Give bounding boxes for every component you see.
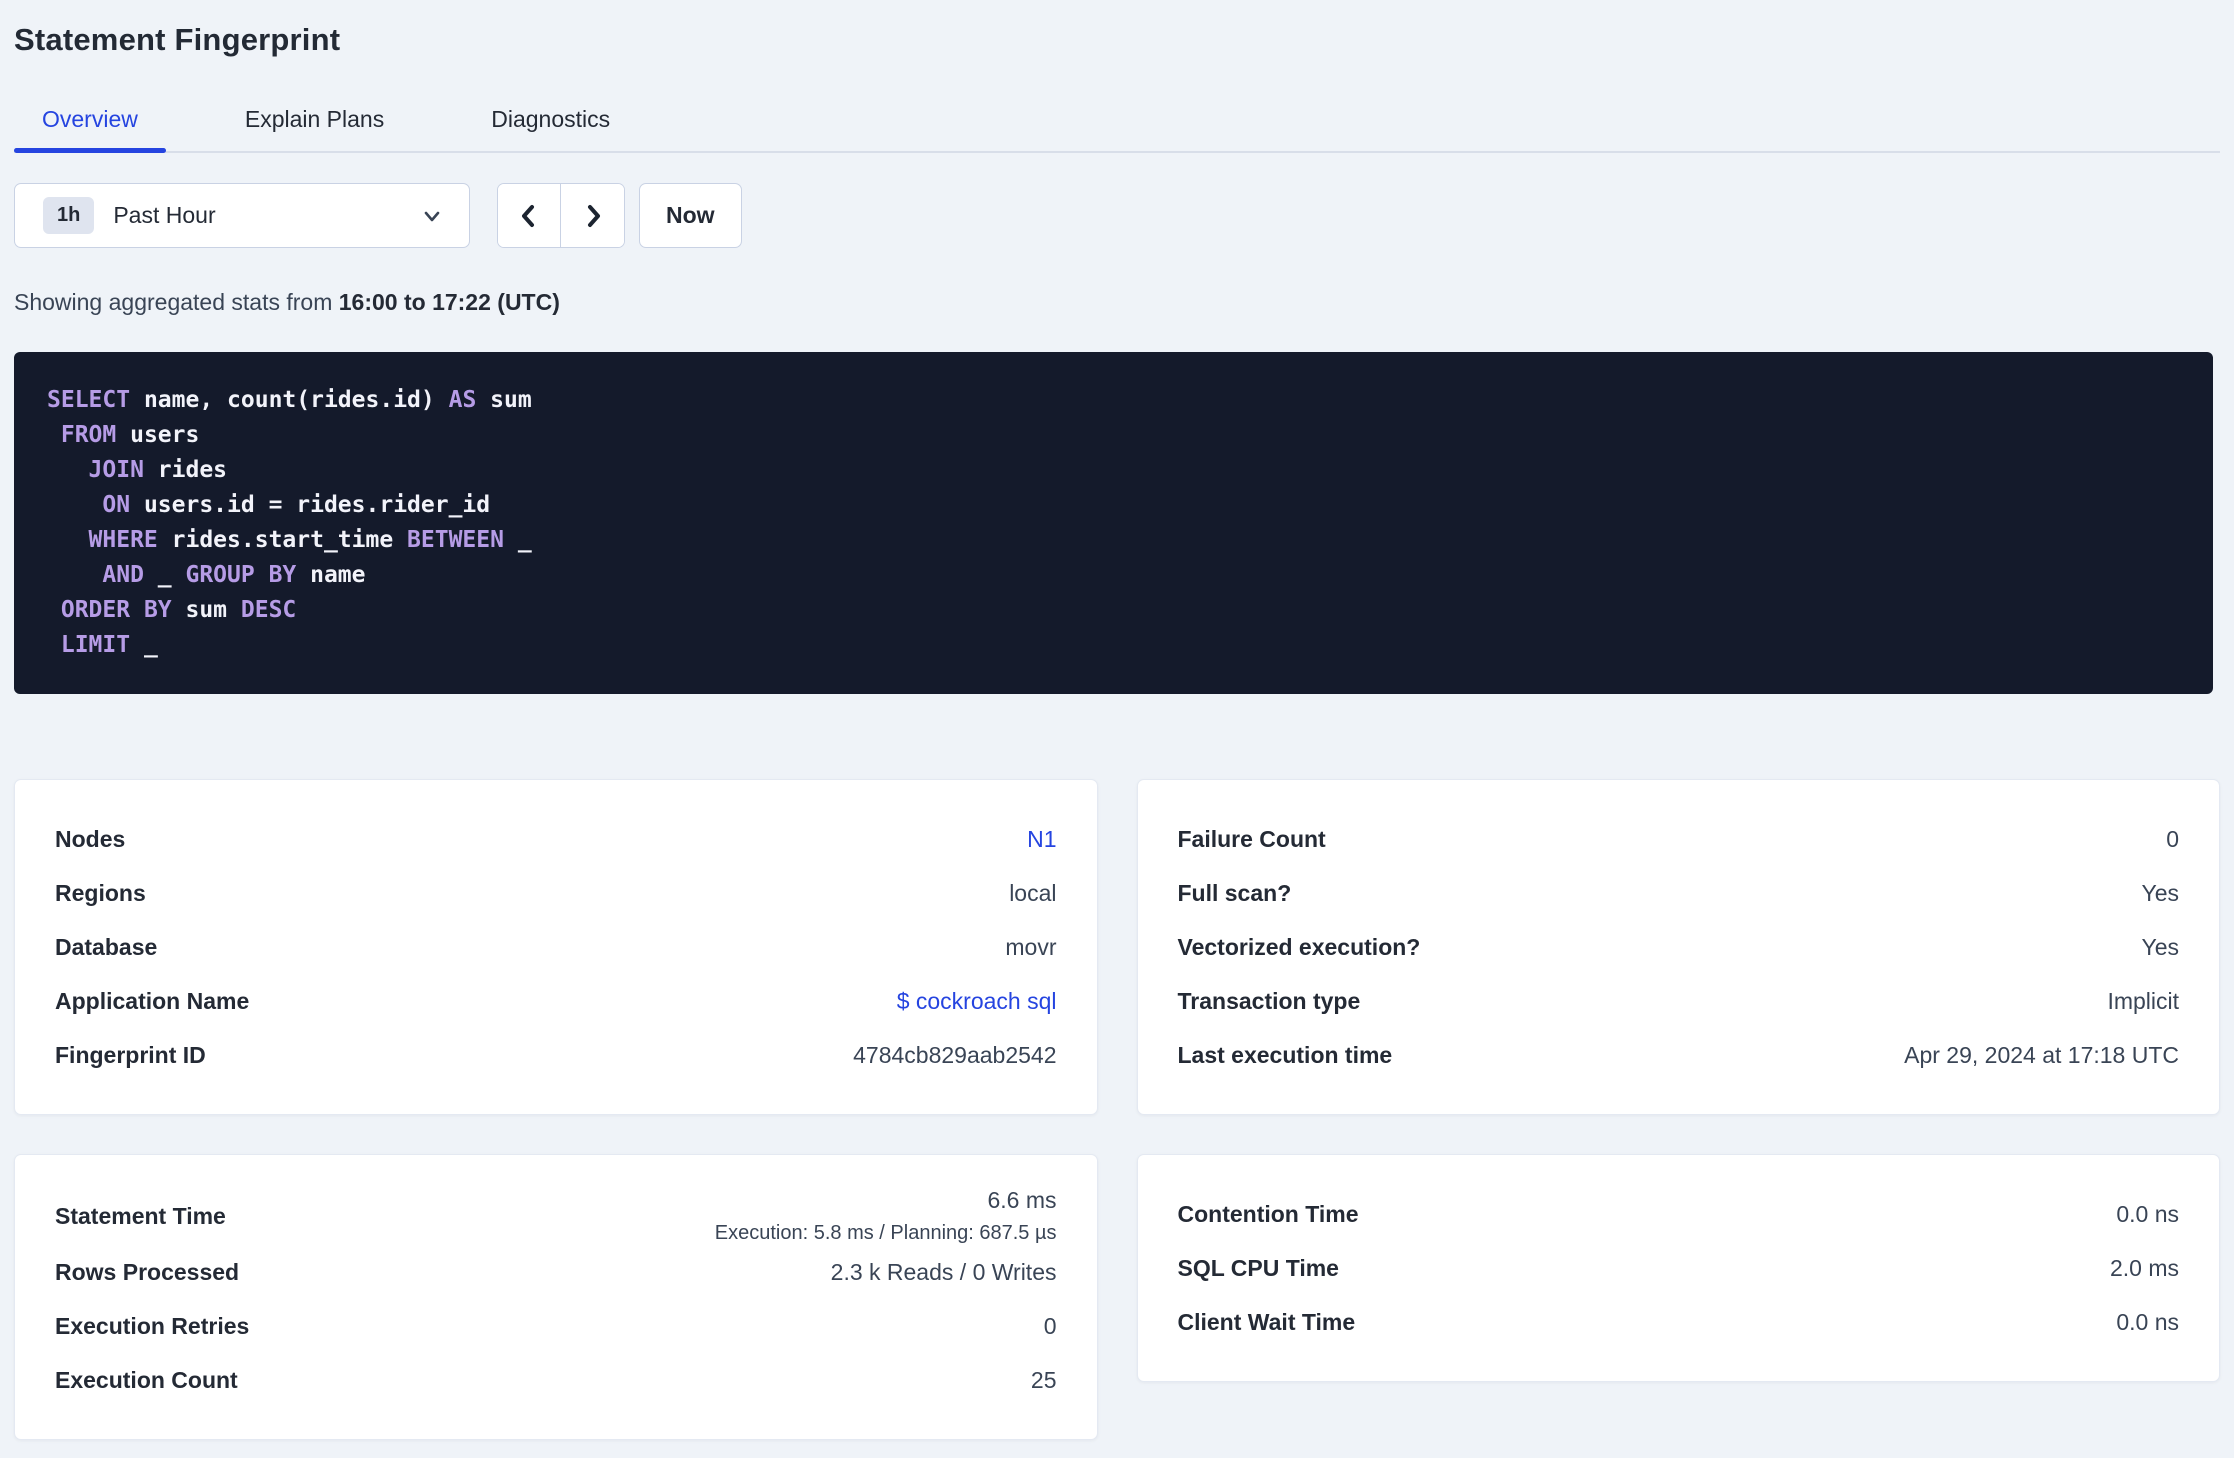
stat-row: SQL CPU Time 2.0 ms [1178, 1241, 2180, 1295]
stat-row: Regions local [55, 866, 1057, 920]
stat-value-group: Apr 29, 2024 at 17:18 UTC [1904, 1042, 2179, 1069]
stat-value-group: 2.0 ms [2110, 1255, 2179, 1282]
chevron-right-icon [580, 203, 606, 229]
time-toolbar: 1h Past Hour Now [14, 183, 2220, 248]
stat-value-group: 6.6 ms Execution: 5.8 ms / Planning: 687… [715, 1187, 1057, 1245]
stat-value-group: 4784cb829aab2542 [853, 1042, 1056, 1069]
tab-diagnostics[interactable]: Diagnostics [463, 92, 638, 151]
next-interval-button[interactable] [561, 184, 624, 247]
wait-timing-card: Contention Time 0.0 ns SQL CPU Time 2.0 … [1136, 1154, 2220, 1382]
tab-overview[interactable]: Overview [14, 92, 166, 153]
stat-label: Statement Time [55, 1202, 226, 1229]
stat-label: Last execution time [1177, 1041, 1393, 1068]
stat-row: Last execution time Apr 29, 2024 at 17:1… [1178, 1028, 2180, 1082]
stats-caption-range: 16:00 to 17:22 (UTC) [338, 289, 560, 315]
stat-value: 6.6 ms [987, 1187, 1057, 1213]
stat-value-group: movr [1005, 934, 1056, 961]
stat-value: 0 [1043, 1312, 1057, 1339]
stat-value-group: 0.0 ns [2116, 1309, 2179, 1336]
stat-value: 0 [2166, 825, 2179, 852]
stat-row: Transaction type Implicit [1178, 974, 2180, 1028]
page-title: Statement Fingerprint [14, 22, 341, 57]
stat-value: 0.0 ns [2116, 1200, 2179, 1227]
aggregated-stats-caption: Showing aggregated stats from 16:00 to 1… [14, 289, 2220, 316]
stat-value-group: 0.0 ns [2116, 1201, 2179, 1228]
tab-bar: Overview Explain Plans Diagnostics [14, 92, 2220, 153]
stat-value-group: Implicit [2107, 988, 2179, 1015]
stat-value-group: Yes [2141, 880, 2179, 907]
stat-value: 0.0 ns [2116, 1308, 2179, 1335]
tab-explain-plans[interactable]: Explain Plans [217, 92, 412, 151]
chevron-left-icon [516, 203, 542, 229]
interval-nav-group [497, 183, 625, 248]
time-interval-dropdown[interactable]: 1h Past Hour [14, 183, 470, 248]
stat-value-group: 2.3 k Reads / 0 Writes [831, 1259, 1057, 1286]
stat-label: SQL CPU Time [1177, 1254, 1339, 1281]
stat-label: Failure Count [1177, 825, 1326, 852]
execution-attributes-card: Failure Count 0 Full scan? Yes Vectorize… [1136, 779, 2220, 1115]
stat-value: Apr 29, 2024 at 17:18 UTC [1904, 1041, 2179, 1068]
stat-value-group: local [1009, 880, 1056, 907]
stat-label: Nodes [55, 825, 126, 852]
statement-timing-card: Statement Time 6.6 ms Execution: 5.8 ms … [14, 1154, 1098, 1440]
stat-row: Database movr [55, 920, 1057, 974]
interval-label: Past Hour [113, 202, 216, 228]
stat-row: Statement Time 6.6 ms Execution: 5.8 ms … [55, 1187, 1057, 1245]
stat-row: Execution Count 25 [55, 1353, 1057, 1407]
now-button[interactable]: Now [639, 183, 742, 248]
chevron-down-icon [421, 205, 443, 227]
statement-fingerprint-page: Statement Fingerprint Overview Explain P… [0, 0, 2234, 1440]
stat-label: Rows Processed [55, 1258, 240, 1285]
stat-label: Fingerprint ID [55, 1041, 206, 1068]
stat-value: 2.0 ms [2109, 1254, 2179, 1281]
stats-caption-prefix: Showing aggregated stats from [14, 289, 339, 315]
stat-label: Execution Count [55, 1366, 238, 1393]
stat-value: 4784cb829aab2542 [853, 1041, 1057, 1068]
stat-value: movr [1005, 933, 1057, 960]
stat-row: Client Wait Time 0.0 ns [1178, 1295, 2180, 1349]
stat-value-group: 25 [1031, 1367, 1057, 1394]
stat-value: 25 [1030, 1366, 1057, 1393]
stat-value: Yes [2141, 933, 2179, 960]
stat-value-group: 0 [2166, 826, 2179, 853]
stat-subvalue: Execution: 5.8 ms / Planning: 687.5 µs [714, 1222, 1057, 1244]
stat-row: Execution Retries 0 [55, 1299, 1057, 1353]
prev-interval-button[interactable] [498, 184, 561, 247]
stat-value-group: Yes [2141, 934, 2179, 961]
stat-label: Transaction type [1177, 987, 1361, 1014]
stat-label: Contention Time [1177, 1200, 1359, 1227]
stat-row: Full scan? Yes [1178, 866, 2180, 920]
stat-value: Yes [2141, 879, 2179, 906]
stat-label: Application Name [55, 987, 250, 1014]
details-cards-row: Nodes N1 Regions local Database movr App… [14, 779, 2220, 1115]
stat-label: Regions [55, 879, 146, 906]
stat-value: 2.3 k Reads / 0 Writes [830, 1258, 1057, 1285]
stat-value: local [1009, 879, 1057, 906]
stat-row: Vectorized execution? Yes [1178, 920, 2180, 974]
stat-row: Application Name $ cockroach sql [55, 974, 1057, 1028]
stat-label: Full scan? [1177, 879, 1292, 906]
interval-badge: 1h [43, 197, 95, 234]
stat-label: Database [55, 933, 158, 960]
sql-statement-text: SELECT name, count(rides.id) AS sum FROM… [47, 387, 532, 658]
stat-value-group: 0 [1044, 1313, 1057, 1340]
stat-row: Contention Time 0.0 ns [1178, 1187, 2180, 1241]
stat-value-group: $ cockroach sql [897, 988, 1057, 1015]
timing-cards-row: Statement Time 6.6 ms Execution: 5.8 ms … [14, 1154, 2220, 1440]
stat-value-link[interactable]: N1 [1027, 826, 1056, 853]
stat-value-link[interactable]: $ cockroach sql [897, 988, 1057, 1015]
statement-details-card: Nodes N1 Regions local Database movr App… [14, 779, 1098, 1115]
stat-label: Execution Retries [55, 1312, 250, 1339]
stat-value: Implicit [2107, 987, 2179, 1014]
stat-label: Client Wait Time [1177, 1308, 1356, 1335]
sql-statement-box: SELECT name, count(rides.id) AS sum FROM… [14, 352, 2213, 694]
stat-row: Failure Count 0 [1178, 812, 2180, 866]
stat-row: Rows Processed 2.3 k Reads / 0 Writes [55, 1245, 1057, 1299]
stat-row: Fingerprint ID 4784cb829aab2542 [55, 1028, 1057, 1082]
stat-row: Nodes N1 [55, 812, 1057, 866]
stat-label: Vectorized execution? [1177, 933, 1421, 960]
stat-value-group: N1 [1027, 826, 1056, 853]
